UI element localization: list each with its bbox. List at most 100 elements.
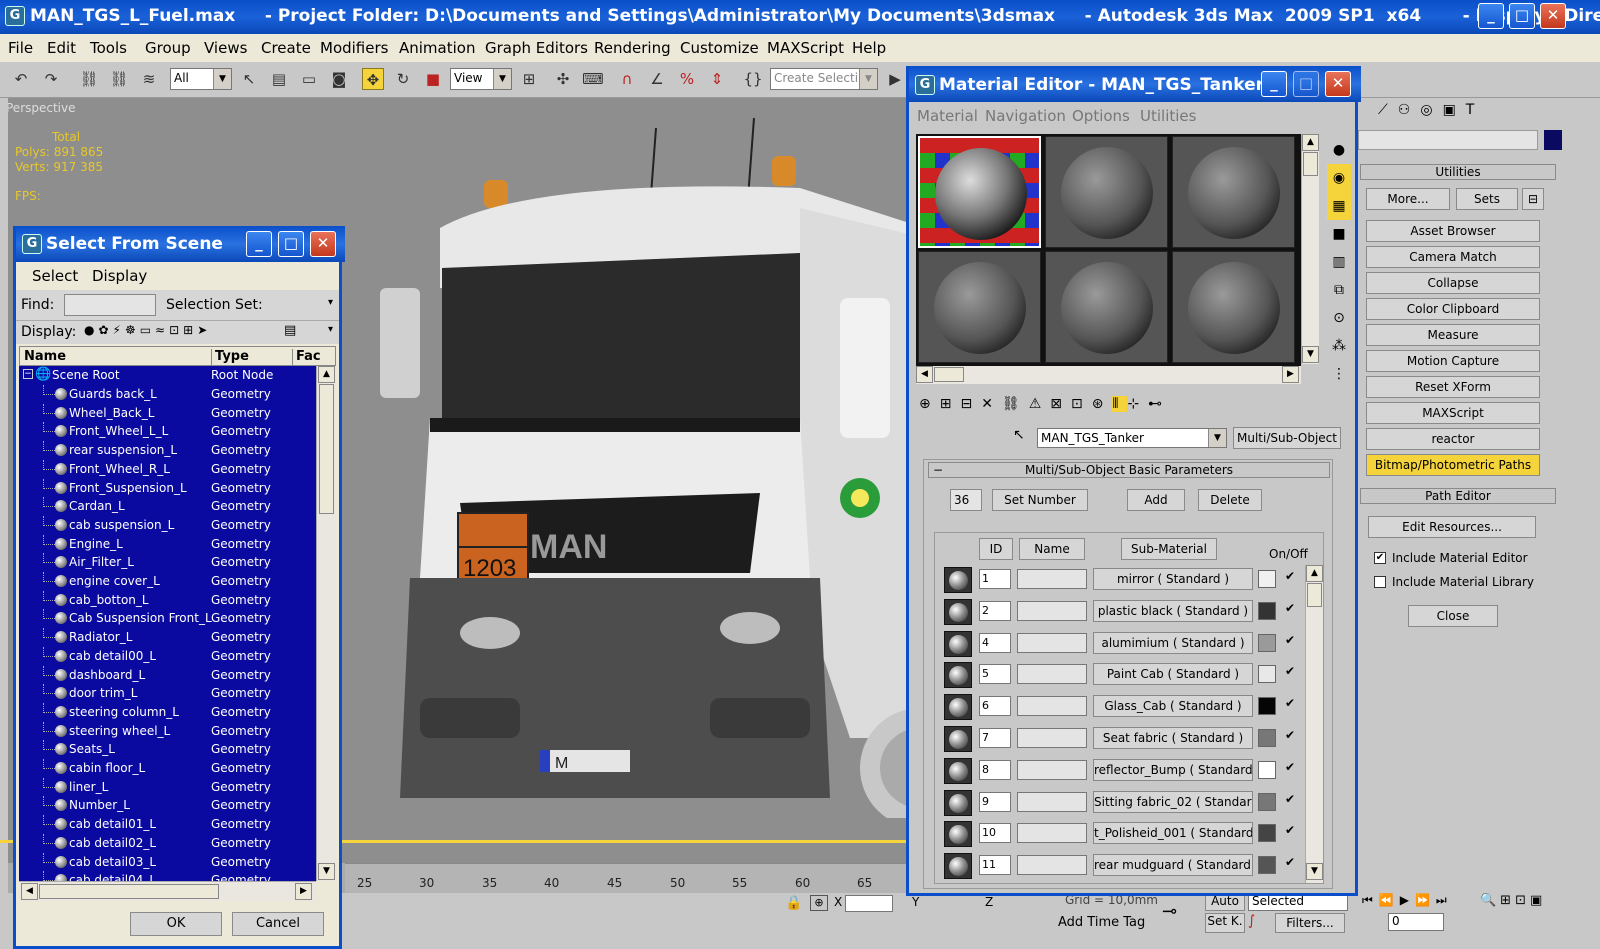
table-row[interactable]: cab detail04_L Geometry (19, 871, 309, 881)
sample-slot[interactable] (1172, 251, 1295, 363)
cancel-button[interactable]: Cancel (232, 912, 324, 936)
table-row[interactable]: Air_Filter_L Geometry (19, 553, 309, 572)
include-material-library-checkbox[interactable] (1374, 576, 1386, 588)
command-panel-tabs[interactable]: ⟋⚇◎▣T (1358, 102, 1600, 124)
select-link-icon[interactable]: ⛓ (78, 68, 100, 90)
scroll-left-icon[interactable]: ◀ (916, 366, 933, 383)
selection-filter-dropdown[interactable]: All ▼ (170, 68, 232, 90)
submaterial-name-field[interactable] (1017, 600, 1087, 621)
menu-animation[interactable]: Animation (399, 39, 475, 57)
table-row[interactable]: dashboard_L Geometry (19, 665, 309, 685)
submaterial-id-field[interactable]: 6 (979, 696, 1011, 717)
bitmap-photometric-paths-button[interactable]: Bitmap/Photometric Paths (1366, 454, 1540, 476)
menu-group[interactable]: Group (145, 39, 191, 57)
on-off-checkbox[interactable]: ✔ (1285, 697, 1299, 711)
diffuse-color-swatch[interactable] (1258, 760, 1276, 779)
select-and-scale-icon[interactable]: ■ (422, 68, 444, 90)
keyboard-shortcut-icon[interactable]: ⌨ (582, 68, 604, 90)
delete-button[interactable]: Delete (1198, 489, 1262, 511)
dialog-minimize-button[interactable]: _ (246, 231, 272, 257)
submaterial-id-field[interactable]: 1 (979, 569, 1011, 589)
table-row[interactable]: cab detail02_L Geometry (19, 833, 309, 853)
submaterial-id-field[interactable]: 4 (979, 632, 1011, 653)
column-type[interactable]: Type (211, 349, 249, 367)
display-dropdown-icon[interactable]: ▾ (328, 324, 333, 335)
me-menu-material[interactable]: Material (917, 107, 978, 125)
me-close-button[interactable]: ✕ (1325, 71, 1351, 97)
submaterial-scrollbar[interactable]: ▲ ▼ (1305, 565, 1323, 883)
submaterial-name-field[interactable] (1017, 759, 1087, 780)
collapse-tree-icon[interactable]: − (23, 369, 33, 379)
on-off-checkbox[interactable]: ✔ (1285, 665, 1299, 679)
utilities-rollout[interactable]: Utilities (1360, 164, 1556, 180)
submaterial-button[interactable]: Seat fabric ( Standard ) (1093, 727, 1253, 749)
material-name-dropdown[interactable]: MAN_TGS_Tanker ▼ (1037, 428, 1227, 448)
undo-icon[interactable]: ↶ (10, 68, 32, 90)
submaterial-id-field[interactable]: 8 (979, 759, 1011, 780)
submaterial-preview[interactable] (944, 662, 972, 689)
submaterial-button[interactable]: rear mudguard ( Standard ) (1093, 854, 1253, 877)
submaterial-preview[interactable] (944, 757, 972, 784)
hscroll-thumb[interactable] (934, 367, 964, 382)
filters-button[interactable]: Filters... (1275, 913, 1345, 933)
table-row[interactable]: door trim_L Geometry (19, 684, 309, 703)
scroll-up-icon[interactable]: ▲ (318, 366, 335, 383)
submaterial-id-field[interactable]: 9 (979, 791, 1011, 812)
submaterial-name-field[interactable] (1017, 791, 1087, 812)
menu-modifiers[interactable]: Modifiers (320, 39, 388, 57)
make-preview-icon[interactable]: ⧉ (1327, 276, 1351, 304)
table-row[interactable]: steering wheel_L Geometry (19, 721, 309, 741)
submaterial-name-field[interactable] (1017, 569, 1087, 589)
edit-named-selection-icon[interactable]: {} (742, 68, 764, 90)
column-faces[interactable]: Fac (292, 349, 321, 367)
playback-controls[interactable]: ⏮⏪▶⏩⏭ (1362, 893, 1453, 908)
table-row[interactable]: Engine_L Geometry (19, 534, 309, 554)
sort-by-id-button[interactable]: ID (979, 538, 1013, 560)
maximize-button[interactable]: □ (1509, 3, 1535, 29)
angle-snap-icon[interactable]: ∠ (646, 68, 668, 90)
table-row[interactable]: Cab Suspension Front_L Geometry (19, 609, 309, 628)
collapse-button[interactable]: Collapse (1366, 272, 1540, 294)
select-manipulate-icon[interactable]: ✣ (552, 68, 574, 90)
table-row[interactable]: Front_Wheel_R_L Geometry (19, 459, 309, 479)
reference-coord-dropdown[interactable]: View ▼ (450, 68, 512, 90)
select-and-rotate-icon[interactable]: ↻ (392, 68, 414, 90)
diffuse-color-swatch[interactable] (1258, 665, 1276, 684)
menu-maxscript[interactable]: MAXScript (767, 39, 844, 57)
submaterial-button[interactable]: t_Polisheid_001 ( Standard ) (1093, 822, 1253, 845)
menu-edit[interactable]: Edit (47, 39, 76, 57)
table-row[interactable]: steering column_L Geometry (19, 702, 309, 722)
material-type-button[interactable]: Multi/Sub-Object (1233, 427, 1341, 449)
table-row[interactable]: cab detail01_L Geometry (19, 815, 309, 834)
sample-slot[interactable] (1045, 251, 1168, 363)
submaterial-button[interactable]: Sitting fabric_02 ( Standard ) (1093, 790, 1253, 813)
scroll-right-icon[interactable]: ▶ (295, 883, 312, 900)
scroll-thumb[interactable] (1303, 152, 1318, 176)
backlight-icon[interactable]: ◉ (1327, 164, 1351, 192)
submaterial-button[interactable]: alumimium ( Standard ) (1093, 631, 1253, 654)
diffuse-color-swatch[interactable] (1258, 697, 1276, 716)
set-number-button[interactable]: Set Number (992, 489, 1088, 511)
select-by-name-icon[interactable]: ▤ (268, 68, 290, 90)
spinner-snap-icon[interactable]: ⇕ (706, 68, 728, 90)
scroll-down-icon[interactable]: ▼ (318, 863, 335, 880)
column-name[interactable]: Name (24, 349, 66, 364)
submaterial-button[interactable]: Paint Cab ( Standard ) (1093, 663, 1253, 686)
sample-slot[interactable] (1172, 136, 1295, 248)
menu-create[interactable]: Create (261, 39, 311, 57)
add-button[interactable]: Add (1127, 489, 1185, 511)
background-icon[interactable]: ▦ (1327, 192, 1351, 220)
find-input[interactable] (64, 294, 156, 316)
menu-tools[interactable]: Tools (90, 39, 127, 57)
dialog-close-button[interactable]: ✕ (310, 231, 336, 257)
select-by-material-icon[interactable]: ⁂ (1327, 332, 1351, 360)
video-color-check-icon[interactable]: ▥ (1327, 248, 1351, 276)
submaterial-id-field[interactable]: 2 (979, 600, 1011, 621)
diffuse-color-swatch[interactable] (1258, 601, 1276, 620)
named-selection-dropdown[interactable]: Create Selecti ▼ (770, 68, 878, 90)
list-horizontal-scrollbar[interactable]: ◀ ▶ (19, 881, 316, 901)
submaterial-name-field[interactable] (1017, 728, 1087, 748)
table-row[interactable]: cabin floor_L Geometry (19, 759, 309, 778)
scroll-thumb[interactable] (1307, 583, 1322, 607)
key-mode-icon[interactable]: ∫ (1248, 913, 1268, 933)
